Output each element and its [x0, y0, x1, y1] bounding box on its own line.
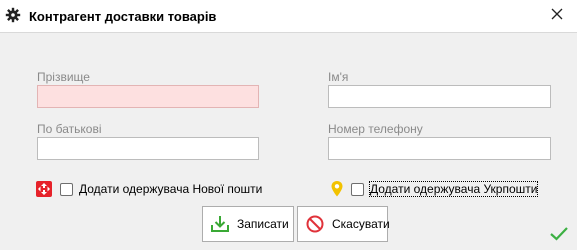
- cancel-button[interactable]: Скасувати: [297, 206, 390, 242]
- patronymic-label: По батькові: [37, 122, 102, 136]
- dialog-window: Контрагент доставки товарів Прізвище Ім'…: [0, 0, 577, 250]
- nova-poshta-option[interactable]: Додати одержувача Нової пошти: [60, 182, 262, 196]
- phone-input[interactable]: [328, 137, 551, 160]
- close-button[interactable]: [537, 0, 577, 32]
- name-label: Ім'я: [328, 70, 349, 84]
- download-icon: [209, 213, 231, 235]
- title-bar: Контрагент доставки товарів: [0, 0, 577, 33]
- ukrposhta-checkbox[interactable]: [351, 182, 364, 196]
- nova-poshta-logo-icon: [36, 181, 52, 197]
- nova-poshta-checkbox[interactable]: [60, 182, 73, 196]
- save-button-label: Записати: [237, 217, 289, 231]
- name-input[interactable]: [328, 85, 551, 108]
- nova-poshta-label[interactable]: Додати одержувача Нової пошти: [79, 182, 262, 196]
- surname-label: Прізвище: [37, 70, 90, 84]
- ukrposhta-option[interactable]: Додати одержувача Укрпошти: [351, 181, 539, 197]
- phone-label: Номер телефону: [328, 122, 423, 136]
- gear-icon: [5, 7, 21, 23]
- cancel-icon: [304, 213, 326, 235]
- cancel-button-label: Скасувати: [332, 217, 390, 231]
- close-icon: [551, 7, 563, 25]
- surname-input[interactable]: [37, 85, 259, 108]
- check-icon: [549, 226, 569, 242]
- ukrposhta-logo-icon: [330, 180, 344, 198]
- ukrposhta-label[interactable]: Додати одержувача Укрпошти: [368, 181, 539, 197]
- window-title: Контрагент доставки товарів: [29, 9, 217, 24]
- save-button[interactable]: Записати: [202, 206, 294, 242]
- patronymic-input[interactable]: [37, 137, 259, 160]
